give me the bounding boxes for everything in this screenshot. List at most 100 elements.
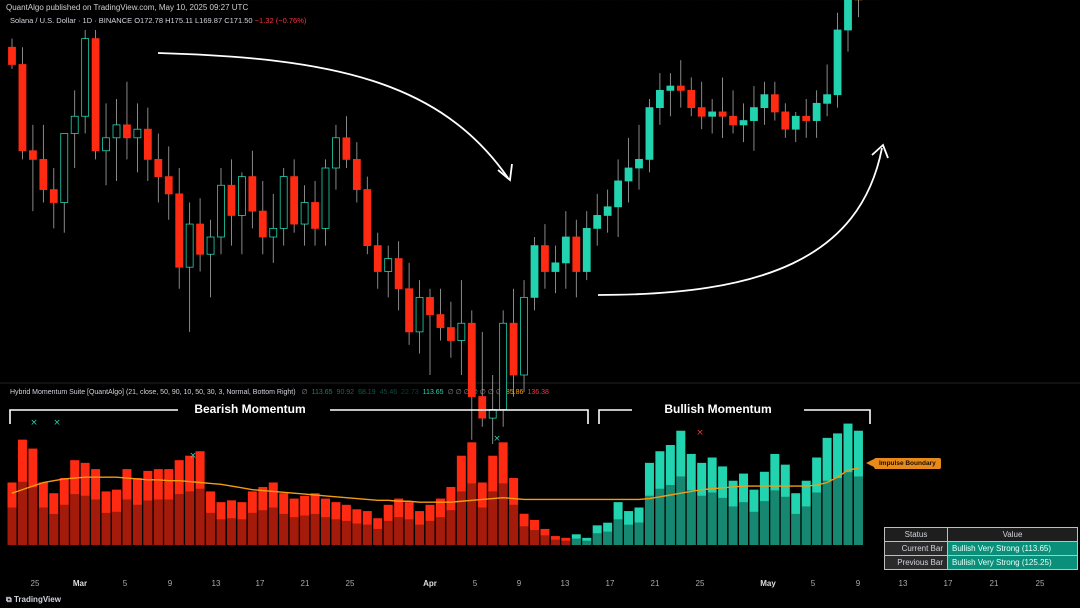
momentum-shadow bbox=[49, 513, 59, 545]
momentum-shadow bbox=[59, 504, 69, 545]
momentum-shadow bbox=[394, 517, 404, 545]
impulse-boundary-label: Impulse Boundary bbox=[874, 458, 941, 469]
signal-marker: × bbox=[189, 451, 197, 461]
momentum-shadow bbox=[780, 496, 790, 545]
row-key: Current Bar bbox=[884, 541, 948, 556]
momentum-shadow bbox=[822, 480, 832, 545]
candle-body bbox=[541, 245, 549, 272]
candle-body bbox=[770, 94, 779, 113]
momentum-shadow bbox=[216, 519, 226, 545]
momentum-shadow bbox=[362, 524, 372, 545]
x-tick-label: 21 bbox=[989, 579, 999, 588]
candle-body bbox=[823, 94, 831, 104]
momentum-shadow bbox=[561, 540, 571, 545]
candle-body bbox=[196, 223, 205, 255]
candle-body bbox=[28, 150, 37, 160]
impulse-pointer bbox=[866, 459, 874, 467]
momentum-shadow bbox=[728, 506, 738, 545]
momentum-shadow bbox=[143, 500, 153, 545]
footer: ⧉ TradingView bbox=[0, 592, 1080, 608]
candle-body bbox=[164, 176, 173, 195]
candle-body bbox=[81, 38, 90, 117]
momentum-shadow bbox=[206, 512, 216, 545]
candle-body bbox=[614, 180, 622, 208]
momentum-shadow bbox=[404, 519, 414, 545]
candle-body bbox=[551, 262, 560, 272]
candle-body bbox=[676, 85, 685, 91]
candle-body bbox=[279, 176, 288, 229]
x-tick-label: 9 bbox=[855, 579, 861, 588]
momentum-shadow bbox=[352, 523, 362, 545]
candle-body bbox=[520, 296, 528, 376]
momentum-shadow bbox=[456, 491, 466, 545]
candle-body bbox=[394, 258, 403, 290]
candle-body bbox=[467, 322, 476, 397]
momentum-shadow bbox=[7, 507, 17, 545]
candle-body bbox=[593, 215, 602, 229]
candle-body bbox=[509, 322, 518, 376]
candle-body bbox=[49, 189, 58, 203]
momentum-shadow bbox=[415, 524, 425, 545]
candle-body bbox=[708, 111, 717, 117]
candle-body bbox=[760, 94, 769, 109]
momentum-shadow bbox=[843, 472, 853, 545]
signal-marker: × bbox=[53, 418, 61, 428]
x-tick-label: 25 bbox=[30, 579, 40, 588]
signal-marker: × bbox=[30, 418, 38, 428]
x-tick-label: 17 bbox=[255, 579, 265, 588]
momentum-shadow bbox=[132, 504, 142, 545]
chart-canvas[interactable]: × × × × × Bearish Momentum Bullish Momentum bbox=[0, 0, 1080, 608]
momentum-shadow bbox=[153, 499, 163, 545]
candle-body bbox=[781, 111, 790, 130]
candle-body bbox=[697, 107, 706, 117]
candle-body bbox=[833, 29, 842, 96]
momentum-shadow bbox=[174, 494, 184, 545]
bearish-bracket-right bbox=[330, 409, 589, 424]
momentum-shadow bbox=[624, 524, 634, 545]
row-key: Previous Bar bbox=[884, 555, 948, 570]
momentum-shadow bbox=[603, 531, 613, 545]
x-axis[interactable]: 25 Mar 5 9 13 17 21 25 Apr 5 9 13 17 21 25 May 5 9 13 17 21 2… bbox=[0, 579, 1080, 591]
brand-name: TradingView bbox=[13, 595, 61, 604]
momentum-shadow bbox=[613, 519, 623, 545]
candle-body bbox=[352, 158, 361, 190]
candle-body bbox=[718, 111, 727, 117]
candle-body bbox=[154, 158, 163, 178]
momentum-shadow bbox=[540, 535, 550, 545]
momentum-shadow bbox=[383, 520, 393, 545]
tradingview-logo[interactable]: ⧉ TradingView bbox=[6, 595, 61, 605]
momentum-shadow bbox=[425, 520, 435, 545]
bearish-momentum-label: Bearish Momentum bbox=[194, 402, 305, 416]
table-row: Current Bar Bullish Very Strong (113.65) bbox=[884, 541, 1078, 556]
candle-body bbox=[791, 115, 800, 130]
momentum-shadow bbox=[582, 540, 592, 545]
momentum-shadow bbox=[247, 512, 257, 545]
x-tick-label: 21 bbox=[300, 579, 310, 588]
momentum-shadow bbox=[550, 539, 560, 545]
candle-body bbox=[530, 245, 539, 298]
x-tick-label: 13 bbox=[211, 579, 221, 588]
x-tick-label: 9 bbox=[167, 579, 173, 588]
momentum-shadow bbox=[770, 490, 780, 545]
x-tick-label: 25 bbox=[695, 579, 705, 588]
candle-body bbox=[478, 396, 487, 419]
momentum-shadow bbox=[739, 502, 748, 545]
x-tick-label: Mar bbox=[72, 579, 88, 588]
candle-body bbox=[18, 64, 27, 152]
momentum-shadow bbox=[112, 511, 121, 545]
candle-body bbox=[248, 176, 257, 212]
momentum-shadow bbox=[28, 487, 38, 545]
candle-body bbox=[499, 322, 508, 410]
x-tick-label: 17 bbox=[943, 579, 953, 588]
candle-body bbox=[656, 89, 664, 109]
momentum-shadow bbox=[321, 517, 330, 545]
candle-body bbox=[729, 115, 737, 126]
momentum-shadow bbox=[38, 507, 48, 545]
candle-body bbox=[603, 206, 612, 216]
momentum-shadow bbox=[341, 520, 351, 545]
momentum-shadow bbox=[686, 490, 696, 545]
candle-body bbox=[750, 107, 758, 121]
candle-body bbox=[290, 176, 299, 225]
candle-body bbox=[582, 227, 591, 272]
candle-body bbox=[8, 46, 16, 65]
